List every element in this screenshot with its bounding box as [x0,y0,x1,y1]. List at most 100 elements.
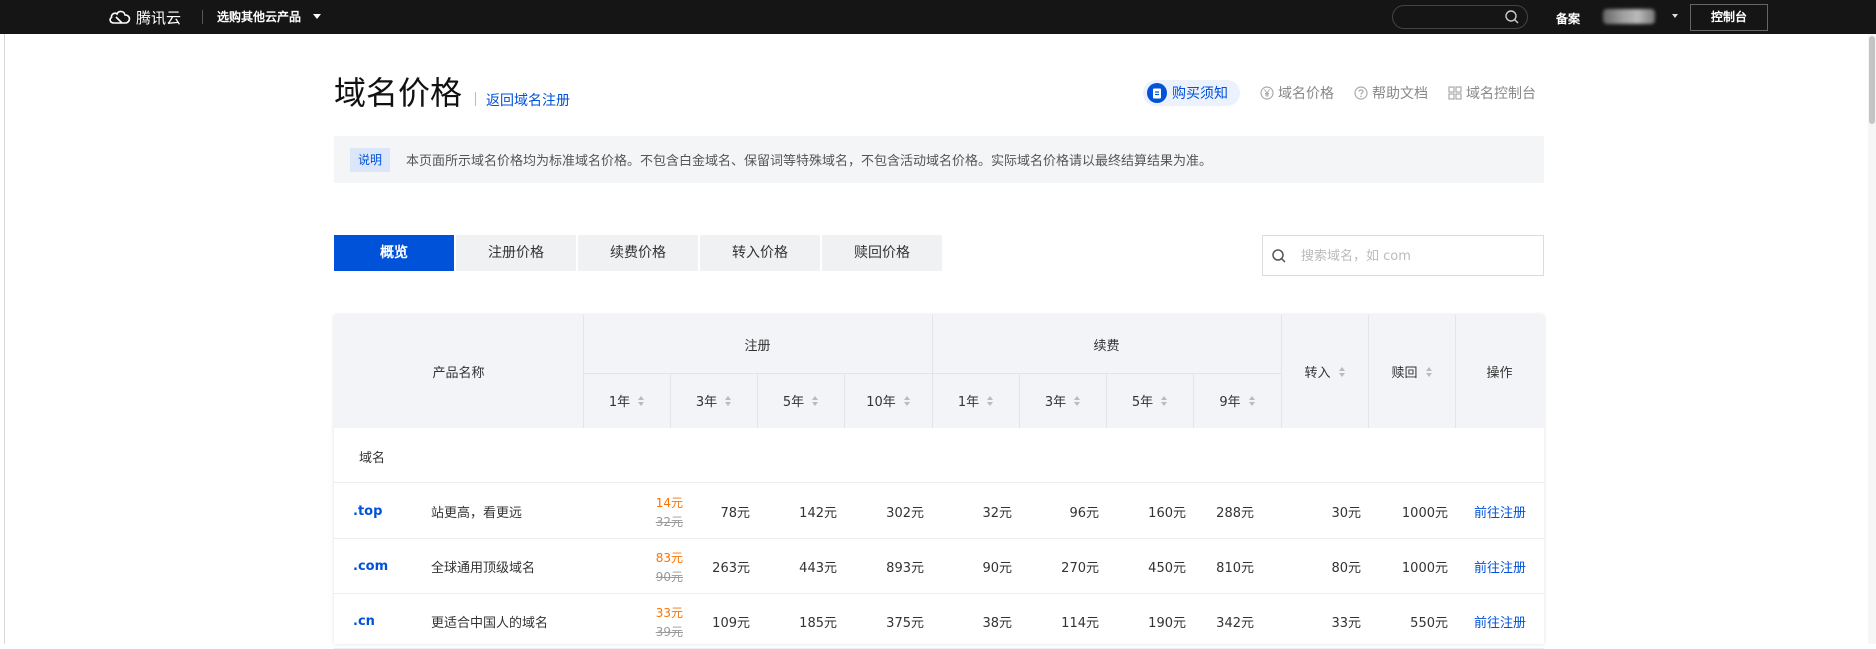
sort-icon[interactable] [725,395,732,406]
sort-icon[interactable] [1425,366,1432,377]
col-register-5y-label: 5年 [782,395,805,410]
chevron-down-icon [313,14,322,19]
register-5y-price: 443元 [799,561,837,576]
redeem-price: 1000元 [1401,506,1448,521]
domain-console-link[interactable]: 域名控制台 [1448,83,1536,103]
sort-icon[interactable] [987,395,994,406]
table-row: .cn 更适合中国人的域名 33元 39元 109元 185元 375元 38元… [334,594,1544,649]
register-1y-price: 14元 32元 [583,484,683,539]
col-register-10y-label: 10年 [866,395,896,410]
search-icon [1272,249,1286,263]
divider [202,10,203,24]
register-10y-price: 893元 [886,561,924,576]
domain-search [1262,235,1544,276]
redeem-price: 1000元 [1401,561,1448,576]
renew-1y-price: 32元 [982,506,1012,521]
top-search-input[interactable] [1392,5,1528,29]
tencent-cloud-logo[interactable]: 腾讯云 [108,7,181,27]
console-button[interactable]: 控制台 [1690,4,1768,31]
sort-icon[interactable] [1161,395,1168,406]
scrollbar-thumb[interactable] [1869,36,1875,124]
sort-icon[interactable] [1074,395,1081,406]
yen-icon [1260,86,1274,100]
col-transfer-label: 转入 [1304,366,1331,381]
renew-1y-price: 38元 [982,616,1012,631]
cloud-logo-icon [109,10,131,24]
domain-search-input[interactable] [1301,245,1531,267]
col-renew-3y-label: 3年 [1044,395,1067,410]
register-3y-price: 109元 [712,616,750,631]
register-5y-price: 185元 [799,616,837,631]
register-1y-price: 33元 39元 [583,594,683,649]
buy-notice-button[interactable]: 购买须知 [1143,80,1240,106]
tab-register-price[interactable]: 注册价格 [456,235,576,271]
col-register-10y[interactable]: 10年 [844,373,932,428]
group-label: 域名 [359,451,386,466]
renew-9y-price: 810元 [1216,561,1254,576]
chevron-down-icon[interactable] [1672,14,1678,18]
user-account-blurred[interactable] [1603,9,1655,24]
divider [475,92,476,106]
col-register-1y[interactable]: 1年 [583,373,670,428]
sort-icon[interactable] [812,395,819,406]
domain-suffix[interactable]: .cn [353,594,375,649]
tab-renew-price[interactable]: 续费价格 [578,235,698,271]
sort-icon[interactable] [903,395,910,406]
sort-icon[interactable] [638,395,645,406]
go-register-link[interactable]: 前往注册 [1474,484,1526,539]
col-redeem[interactable]: 赎回 [1368,315,1455,428]
product-switch-label: 选购其他云产品 [217,10,302,24]
help-docs-label: 帮助文档 [1372,86,1428,102]
col-transfer[interactable]: 转入 [1281,315,1368,428]
tab-redeem-price[interactable]: 赎回价格 [822,235,942,271]
notice-text: 本页面所示域名价格均为标准域名价格。不包含白金域名、保留词等特殊域名，不包含活动… [406,154,1213,169]
tab-transfer-price[interactable]: 转入价格 [700,235,820,271]
tab-overview[interactable]: 概览 [334,235,454,271]
product-switch-dropdown[interactable]: 选购其他云产品 [217,8,322,25]
col-register-3y-label: 3年 [695,395,718,410]
domain-desc: 站更高，看更远 [431,506,523,521]
search-icon[interactable] [1505,10,1519,24]
col-renew-9y-label: 9年 [1219,395,1241,410]
register-10y-price: 375元 [886,616,924,631]
renew-1y-price: 90元 [982,561,1012,576]
col-renew-1y[interactable]: 1年 [932,373,1019,428]
transfer-price: 30元 [1331,506,1361,521]
help-docs-link[interactable]: 帮助文档 [1354,83,1428,103]
col-renew-3y[interactable]: 3年 [1019,373,1106,428]
col-register-3y[interactable]: 3年 [670,373,757,428]
col-register: 注册 [744,338,771,354]
buy-notice-label: 购买须知 [1172,86,1228,102]
col-action: 操作 [1486,366,1513,381]
domain-price-label: 域名价格 [1278,86,1334,102]
register-5y-price: 142元 [799,506,837,521]
beian-link[interactable]: 备案 [1556,10,1580,27]
scrollbar[interactable] [1868,34,1876,644]
table-row: .com 全球通用顶级域名 83元 90元 263元 443元 893元 90元… [334,539,1544,594]
col-register-1y-label: 1年 [608,395,631,410]
page-title: 域名价格 [334,74,463,112]
register-3y-price: 263元 [712,561,750,576]
page-border [4,34,5,644]
transfer-price: 33元 [1331,616,1361,631]
back-to-domain-register-link[interactable]: 返回域名注册 [486,90,570,110]
col-renew-9y[interactable]: 9年 [1193,373,1281,428]
col-renew: 续费 [1093,338,1120,354]
col-renew-5y[interactable]: 5年 [1106,373,1193,428]
domain-suffix[interactable]: .top [353,484,382,539]
domain-suffix[interactable]: .com [353,539,388,594]
document-icon [1147,83,1167,103]
sort-icon[interactable] [1338,366,1345,377]
go-register-link[interactable]: 前往注册 [1474,539,1526,594]
table-group-row: 域名 [334,428,1544,483]
sort-icon[interactable] [1248,395,1255,406]
transfer-price: 80元 [1331,561,1361,576]
col-register-5y[interactable]: 5年 [757,373,844,428]
go-register-link[interactable]: 前往注册 [1474,594,1526,649]
brand-name: 腾讯云 [136,8,182,27]
domain-price-link[interactable]: 域名价格 [1260,83,1334,103]
renew-3y-price: 96元 [1069,506,1099,521]
redeem-price: 550元 [1410,616,1448,631]
renew-3y-price: 270元 [1061,561,1099,576]
notice-bar: 说明 本页面所示域名价格均为标准域名价格。不包含白金域名、保留词等特殊域名，不包… [334,136,1544,183]
